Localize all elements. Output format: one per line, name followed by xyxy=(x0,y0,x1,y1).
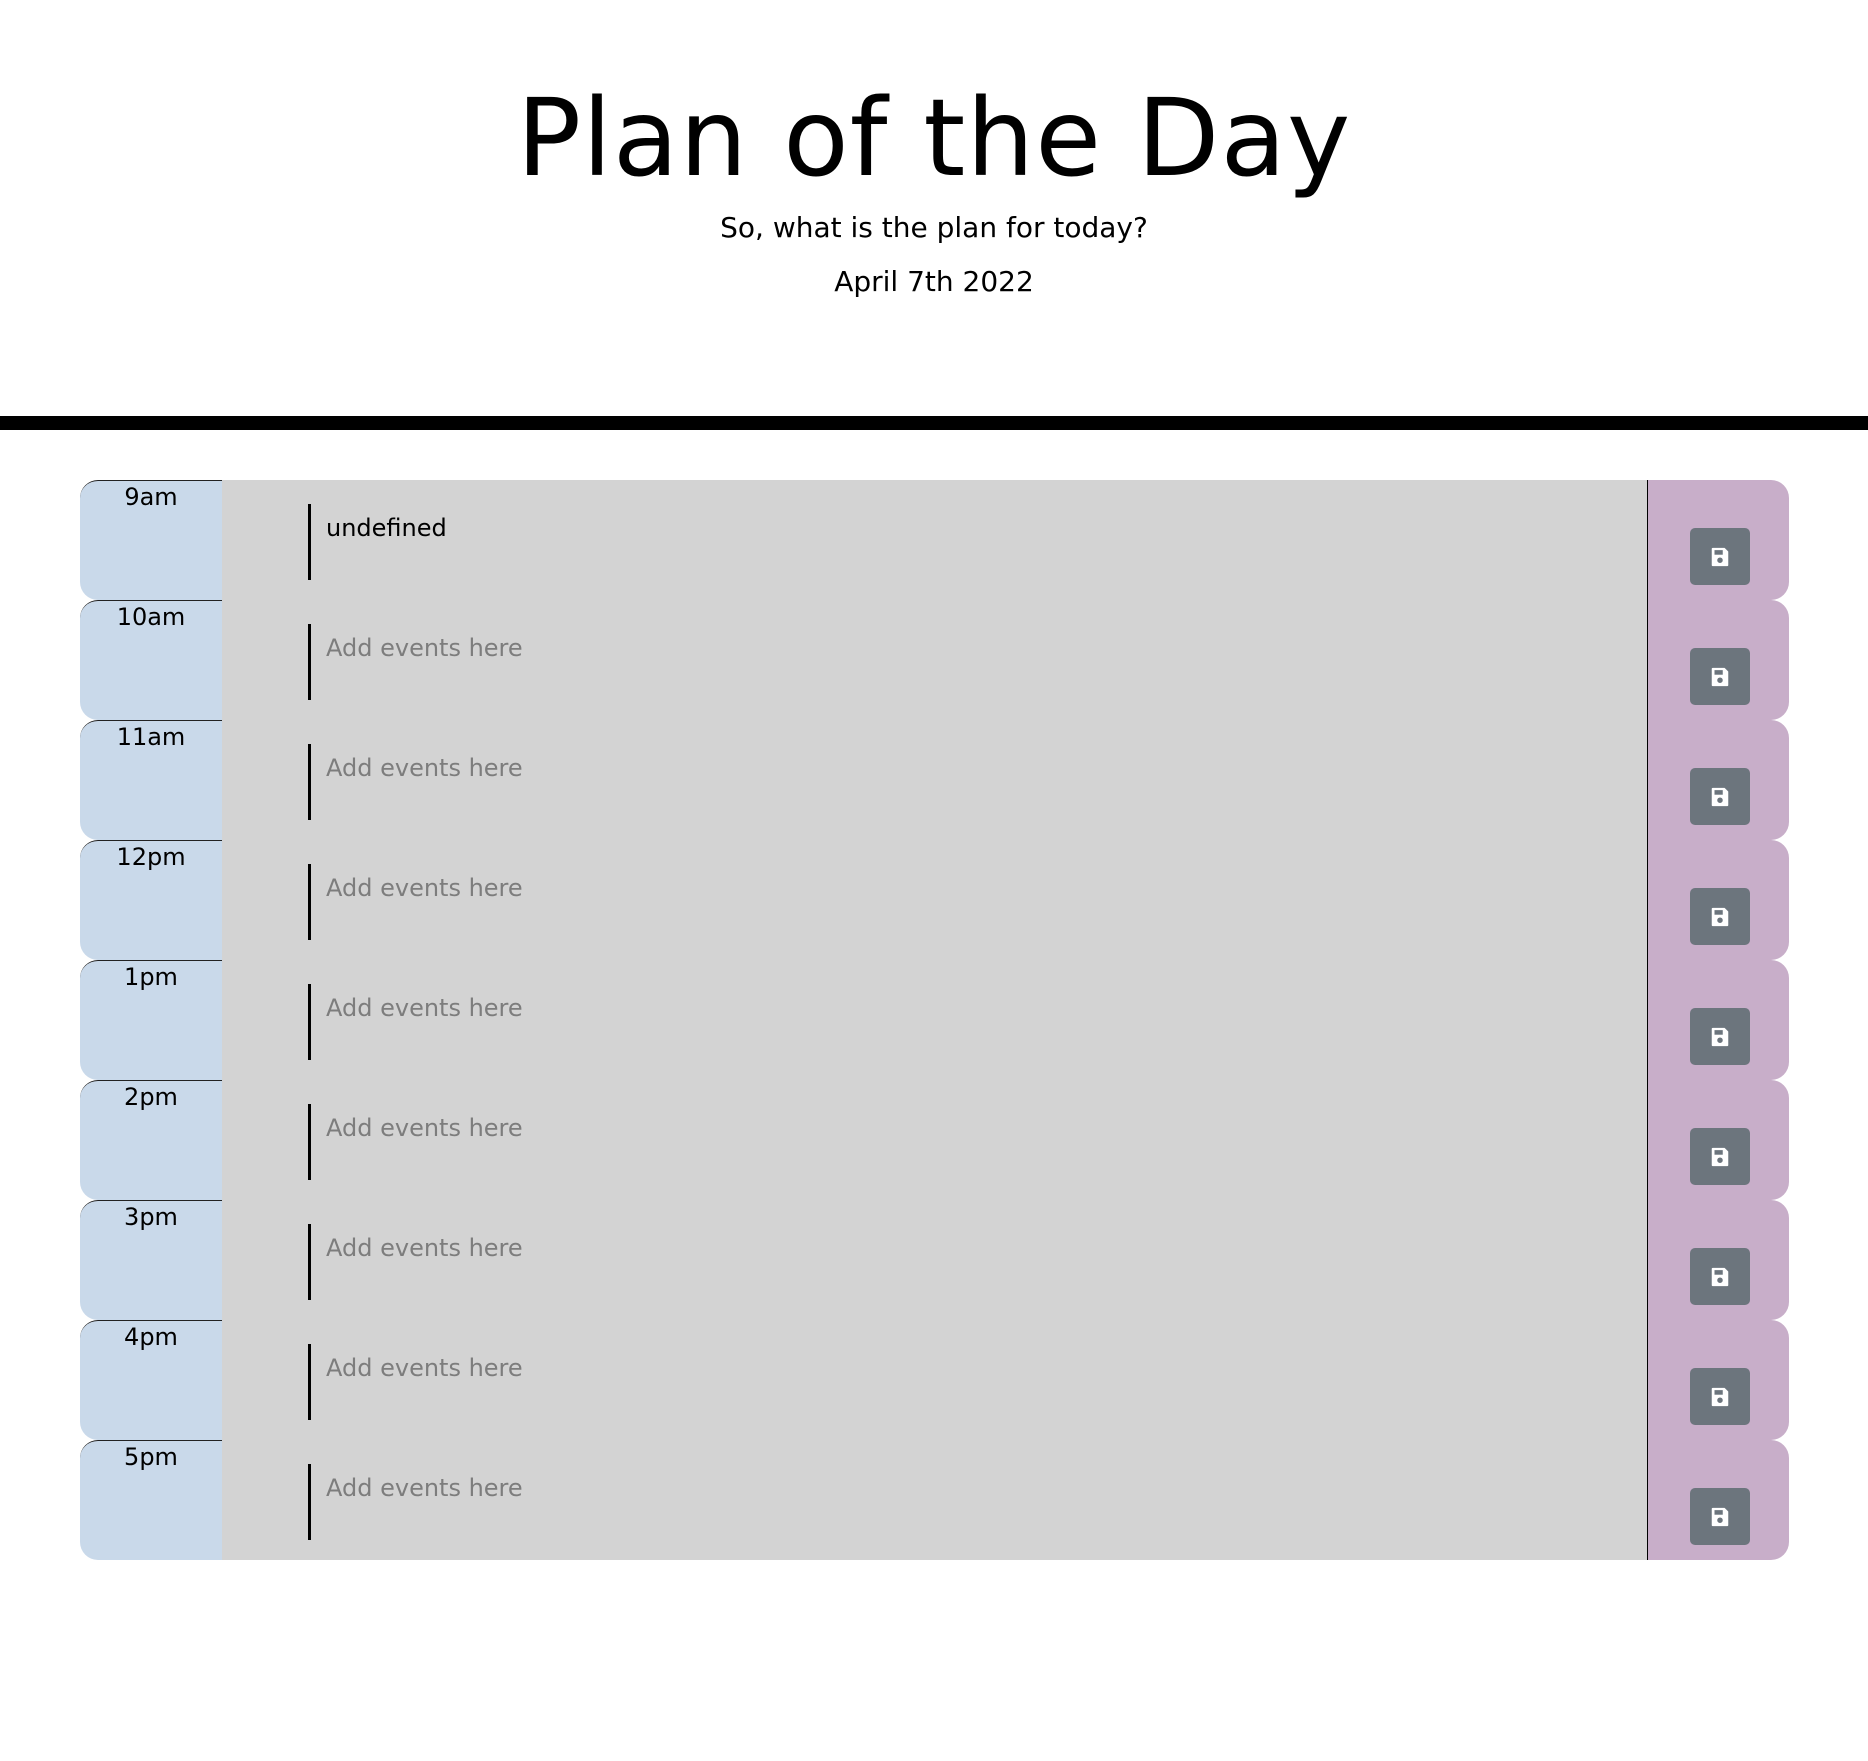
timeblock-row: 9am undefined xyxy=(80,480,1789,600)
timeblock-row: 10am xyxy=(80,600,1789,720)
floppy-disk-icon xyxy=(1711,1507,1729,1526)
hour-label: 1pm xyxy=(80,960,222,1080)
save-button[interactable] xyxy=(1690,648,1750,705)
page-header: Plan of the Day So, what is the plan for… xyxy=(0,0,1868,416)
event-area xyxy=(222,1440,1647,1560)
floppy-disk-icon xyxy=(1711,787,1729,806)
save-column xyxy=(1648,1440,1789,1560)
header-divider xyxy=(0,416,1868,430)
event-area xyxy=(222,840,1647,960)
hour-label: 12pm xyxy=(80,840,222,960)
hour-label: 4pm xyxy=(80,1320,222,1440)
floppy-disk-icon xyxy=(1711,667,1729,686)
save-button[interactable] xyxy=(1690,1008,1750,1065)
save-button[interactable] xyxy=(1690,1128,1750,1185)
save-column xyxy=(1648,600,1789,720)
timeblock-row: 12pm xyxy=(80,840,1789,960)
save-column xyxy=(1648,720,1789,840)
current-date: April 7th 2022 xyxy=(834,265,1034,298)
save-column xyxy=(1648,1200,1789,1320)
hour-label: 9am xyxy=(80,480,222,600)
save-button[interactable] xyxy=(1690,1248,1750,1305)
event-input[interactable] xyxy=(308,864,1508,940)
hour-label: 11am xyxy=(80,720,222,840)
event-input[interactable] xyxy=(308,1464,1508,1540)
event-input[interactable] xyxy=(308,1224,1508,1300)
timeblock-row: 1pm xyxy=(80,960,1789,1080)
event-input[interactable] xyxy=(308,624,1508,700)
page-title: Plan of the Day xyxy=(516,77,1352,201)
event-input[interactable] xyxy=(308,1104,1508,1180)
timeblock-row: 11am xyxy=(80,720,1789,840)
floppy-disk-icon xyxy=(1711,1147,1729,1166)
save-button[interactable] xyxy=(1690,1368,1750,1425)
event-area: undefined xyxy=(222,480,1647,600)
event-area xyxy=(222,600,1647,720)
floppy-disk-icon xyxy=(1711,1387,1729,1406)
timeblock-row: 3pm xyxy=(80,1200,1789,1320)
hour-label: 3pm xyxy=(80,1200,222,1320)
save-column xyxy=(1648,480,1789,600)
event-area xyxy=(222,960,1647,1080)
page-subtitle: So, what is the plan for today? xyxy=(720,211,1148,244)
save-button[interactable] xyxy=(1690,888,1750,945)
event-area xyxy=(222,720,1647,840)
timeblock-row: 4pm xyxy=(80,1320,1789,1440)
save-column xyxy=(1648,840,1789,960)
schedule: 9am undefined 10am Add events here 11am … xyxy=(80,480,1789,1560)
timeblock-row: 2pm xyxy=(80,1080,1789,1200)
event-area xyxy=(222,1320,1647,1440)
hour-label: 5pm xyxy=(80,1440,222,1560)
save-column xyxy=(1648,960,1789,1080)
event-input[interactable] xyxy=(308,744,1508,820)
event-area xyxy=(222,1080,1647,1200)
save-button[interactable] xyxy=(1690,1488,1750,1545)
save-button[interactable] xyxy=(1690,528,1750,585)
event-input[interactable] xyxy=(308,1344,1508,1420)
floppy-disk-icon xyxy=(1711,1027,1729,1046)
event-area xyxy=(222,1200,1647,1320)
floppy-disk-icon xyxy=(1711,1267,1729,1286)
hour-label: 10am xyxy=(80,600,222,720)
save-column xyxy=(1648,1320,1789,1440)
floppy-disk-icon xyxy=(1711,907,1729,926)
event-input[interactable] xyxy=(308,984,1508,1060)
save-button[interactable] xyxy=(1690,768,1750,825)
timeblock-row: 5pm xyxy=(80,1440,1789,1560)
floppy-disk-icon xyxy=(1711,547,1729,566)
hour-label: 2pm xyxy=(80,1080,222,1200)
save-column xyxy=(1648,1080,1789,1200)
event-input[interactable]: undefined xyxy=(308,504,1508,580)
